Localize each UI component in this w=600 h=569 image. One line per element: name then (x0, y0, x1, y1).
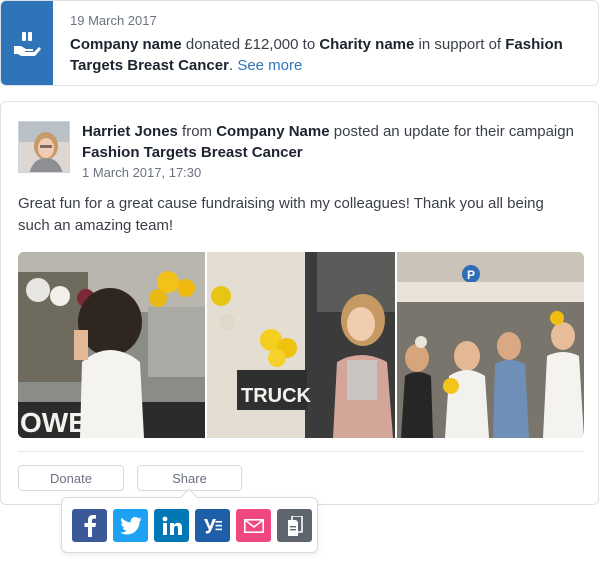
donation-description: Company name donated £12,000 to Charity … (70, 36, 563, 74)
donate-button[interactable]: Donate (18, 465, 124, 491)
photo-2[interactable]: TRUCK (207, 252, 395, 438)
donation-date: 19 March 2017 (70, 13, 157, 28)
avatar[interactable] (18, 121, 70, 173)
author-name[interactable]: Harriet Jones (82, 123, 178, 140)
author-company[interactable]: Company Name (216, 123, 329, 140)
photo-1[interactable]: OWEI (18, 252, 205, 438)
twitter-icon[interactable] (113, 509, 148, 542)
divider (18, 451, 584, 452)
donation-hand-icon (1, 1, 53, 85)
share-popover (61, 488, 318, 553)
photo-3[interactable]: P (397, 252, 584, 438)
copy-icon[interactable] (277, 509, 312, 542)
post-header: Harriet Jones from Company Name posted a… (82, 123, 574, 161)
donation-card: 19 March 2017 Company name donated £12,0… (0, 0, 599, 86)
photo-gallery: OWEI TRUCK P (18, 252, 584, 438)
post-body: Great fun for a great cause fundraising … (18, 195, 544, 234)
see-more-link[interactable]: See more (237, 57, 302, 74)
share-button[interactable]: Share (137, 465, 242, 491)
post-timestamp: 1 March 2017, 17:30 (82, 165, 202, 180)
yammer-icon[interactable] (195, 509, 230, 542)
email-icon[interactable] (236, 509, 271, 542)
facebook-icon[interactable] (72, 509, 107, 542)
linkedin-icon[interactable] (154, 509, 189, 542)
svg-text:TRUCK: TRUCK (241, 385, 312, 407)
post-card: Harriet Jones from Company Name posted a… (0, 101, 599, 505)
post-campaign-name[interactable]: Fashion Targets Breast Cancer (82, 144, 303, 161)
svg-text:P: P (467, 268, 475, 282)
charity-name: Charity name (319, 36, 415, 53)
donor-company-name: Company name (70, 36, 182, 53)
share-icon-row (72, 509, 312, 542)
